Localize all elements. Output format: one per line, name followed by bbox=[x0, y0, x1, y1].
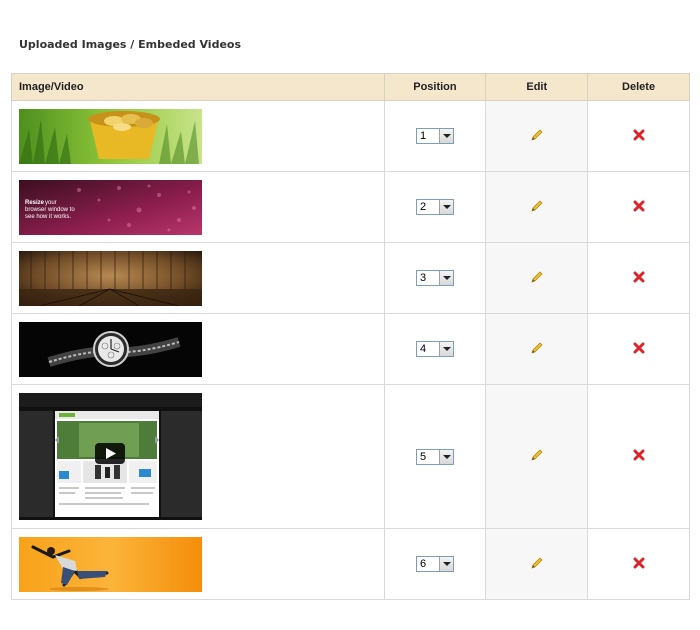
position-cell: 4 bbox=[383, 313, 487, 385]
pencil-icon[interactable] bbox=[529, 555, 545, 571]
chevron-down-icon[interactable] bbox=[438, 271, 453, 285]
chevron-down-icon[interactable] bbox=[438, 342, 453, 356]
delete-cell bbox=[587, 528, 690, 600]
overlay-text-bold: Resize bbox=[25, 200, 45, 206]
chevron-down-icon[interactable] bbox=[438, 200, 453, 214]
delete-cell bbox=[587, 242, 690, 314]
red-x-icon[interactable] bbox=[631, 198, 647, 214]
table-row: 3 bbox=[11, 242, 690, 314]
position-value: 2 bbox=[419, 201, 427, 213]
position-cell: 3 bbox=[383, 242, 487, 314]
position-select[interactable]: 3 bbox=[415, 270, 454, 286]
header-image-video: Image/Video bbox=[11, 73, 385, 101]
position-value: 6 bbox=[419, 558, 427, 570]
header-position: Position bbox=[383, 73, 487, 101]
chevron-down-icon[interactable] bbox=[438, 129, 453, 143]
pencil-icon[interactable] bbox=[529, 127, 545, 143]
edit-cell bbox=[485, 100, 589, 172]
wooden-wall-floor-image bbox=[19, 250, 202, 306]
pencil-icon[interactable] bbox=[529, 447, 545, 463]
pencil-icon[interactable] bbox=[529, 198, 545, 214]
image-cell bbox=[11, 384, 385, 529]
page: Uploaded Images / Embeded Videos Image/V… bbox=[0, 0, 700, 630]
image-cell bbox=[11, 313, 385, 385]
table-row: 5 bbox=[11, 384, 690, 529]
edit-cell bbox=[485, 242, 589, 314]
media-table: Image/Video Position Edit Delete 1 Resiz… bbox=[11, 73, 690, 600]
position-value: 5 bbox=[419, 450, 427, 463]
position-value: 4 bbox=[419, 343, 427, 355]
coins-grass-image bbox=[19, 108, 202, 164]
overlay-text-2: browser window to bbox=[25, 207, 75, 213]
header-edit: Edit bbox=[485, 73, 589, 101]
table-row: 1 bbox=[11, 100, 690, 172]
position-select[interactable]: 4 bbox=[415, 341, 454, 357]
table-row: 4 bbox=[11, 313, 690, 385]
red-x-icon[interactable] bbox=[631, 447, 647, 463]
section-title: Uploaded Images / Embeded Videos bbox=[19, 38, 242, 51]
delete-cell bbox=[587, 313, 690, 385]
red-x-icon[interactable] bbox=[631, 340, 647, 356]
position-select[interactable]: 5 bbox=[415, 448, 454, 465]
delete-cell bbox=[587, 100, 690, 172]
red-x-icon[interactable] bbox=[631, 269, 647, 285]
image-cell bbox=[11, 528, 385, 600]
delete-cell bbox=[587, 171, 690, 243]
play-icon[interactable] bbox=[95, 443, 125, 464]
overlay-text-1: your bbox=[45, 200, 57, 206]
table-row: 6 bbox=[11, 528, 690, 600]
image-cell: Resize your browser window to see how it… bbox=[11, 171, 385, 243]
table-row: Resize your browser window to see how it… bbox=[11, 171, 690, 243]
position-select[interactable]: 2 bbox=[415, 199, 454, 215]
image-cell bbox=[11, 100, 385, 172]
pencil-icon[interactable] bbox=[529, 269, 545, 285]
pink-water-drops-image: Resize your browser window to see how it… bbox=[19, 179, 202, 235]
delete-cell bbox=[587, 384, 690, 529]
position-cell: 1 bbox=[383, 100, 487, 172]
embedded-video-thumbnail[interactable] bbox=[19, 393, 202, 520]
chevron-down-icon[interactable] bbox=[438, 557, 453, 571]
overlay-text-3: see how it works. bbox=[25, 214, 71, 220]
image-cell bbox=[11, 242, 385, 314]
edit-cell bbox=[485, 384, 589, 529]
pencil-icon[interactable] bbox=[529, 340, 545, 356]
position-select[interactable]: 6 bbox=[415, 556, 454, 572]
position-cell: 6 bbox=[383, 528, 487, 600]
wristwatch-image bbox=[19, 321, 202, 377]
position-value: 1 bbox=[419, 130, 427, 142]
chevron-down-icon[interactable] bbox=[438, 449, 453, 464]
red-x-icon[interactable] bbox=[631, 127, 647, 143]
table-header-row: Image/Video Position Edit Delete bbox=[11, 73, 690, 101]
edit-cell bbox=[485, 171, 589, 243]
red-x-icon[interactable] bbox=[631, 555, 647, 571]
position-select[interactable]: 1 bbox=[415, 128, 454, 144]
edit-cell bbox=[485, 313, 589, 385]
jumping-man-orange-image bbox=[19, 536, 202, 592]
position-cell: 5 bbox=[383, 384, 487, 529]
edit-cell bbox=[485, 528, 589, 600]
position-cell: 2 bbox=[383, 171, 487, 243]
header-delete: Delete bbox=[587, 73, 690, 101]
position-value: 3 bbox=[419, 272, 427, 284]
